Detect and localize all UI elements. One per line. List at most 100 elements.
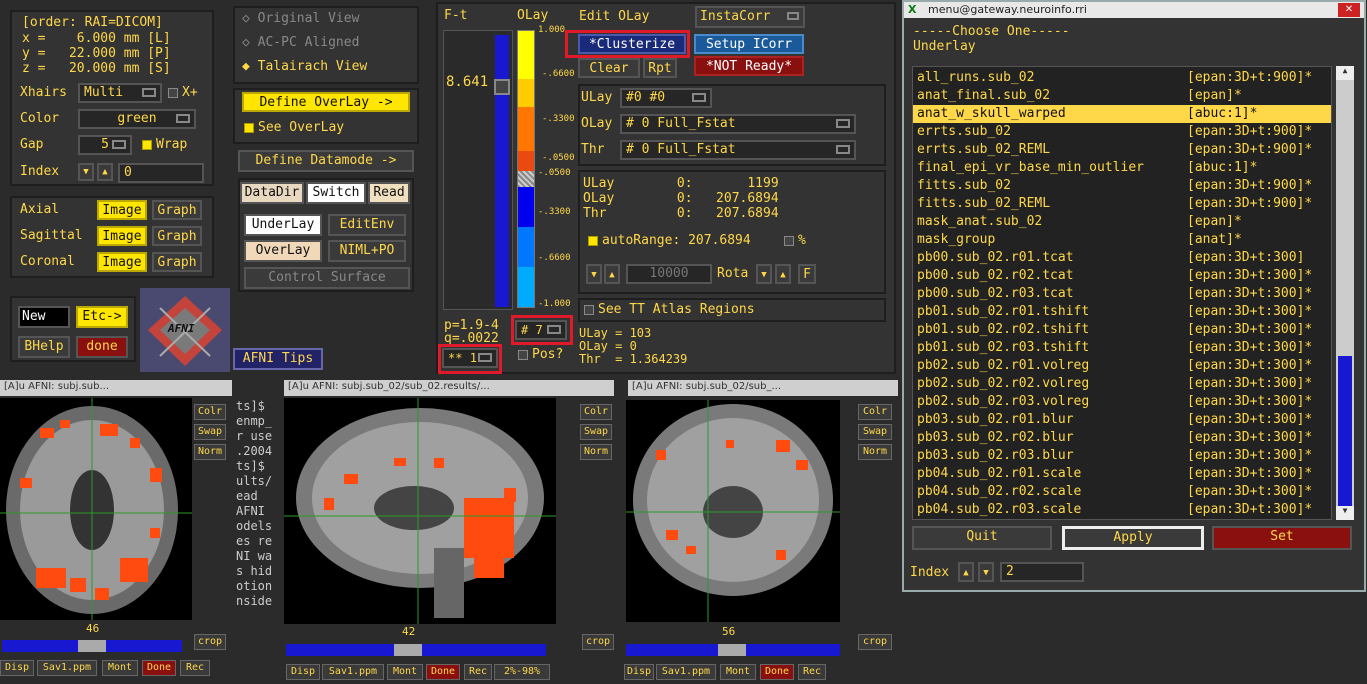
dataset-list-item[interactable]: errts.sub_02 [epan:3D+t:900]* (913, 123, 1331, 141)
swap-button[interactable]: Swap (194, 424, 226, 440)
clear-button[interactable]: Clear (578, 58, 640, 78)
switch-button[interactable]: Switch (306, 182, 366, 204)
dataset-list-item[interactable]: anat_w_skull_warped [abuc:1]* (913, 105, 1331, 123)
done-image-button[interactable]: Done (426, 664, 460, 680)
scroll-up-icon[interactable]: ▲ (1336, 66, 1354, 80)
mont-button[interactable]: Mont (102, 660, 138, 676)
index-up-button[interactable]: ▲ (97, 163, 113, 181)
setup-icorr-button[interactable]: Setup ICorr (694, 34, 804, 54)
sagittal-graph-button[interactable]: Graph (152, 226, 202, 246)
crop-button[interactable]: crop (194, 634, 226, 650)
sav-button[interactable]: Sav1.ppm (322, 664, 384, 680)
axial-image-button[interactable]: Image (97, 200, 147, 220)
dataset-list-item[interactable]: pb03.sub_02.r01.blur [epan:3D+t:300]* (913, 411, 1331, 429)
axial-graph-button[interactable]: Graph (152, 200, 202, 220)
done-image-button[interactable]: Done (142, 660, 176, 676)
menu-titlebar[interactable]: X menu@gateway.neuroinfo.rri ✕ (904, 2, 1364, 18)
flip-button[interactable]: F (798, 264, 816, 284)
range-down-button[interactable]: ▼ (586, 264, 602, 284)
xplus-toggle[interactable]: X+ (168, 85, 198, 100)
dataset-list-item[interactable]: pb02.sub_02.r02.volreg [epan:3D+t:300]* (913, 375, 1331, 393)
done-button[interactable]: done (76, 336, 128, 358)
disp-button[interactable]: Disp (0, 660, 34, 676)
dataset-list[interactable]: all_runs.sub_02 [epan:3D+t:900]* anat_fina… (912, 66, 1332, 520)
rec-button[interactable]: Rec (180, 660, 210, 676)
swap-button[interactable]: Swap (580, 424, 612, 440)
image-window-2-titlebar[interactable]: [A]u AFNI: subj.sub_02/sub_02.results/..… (284, 380, 614, 396)
sagittal-image-button[interactable]: Image (97, 226, 147, 246)
slider-thumb[interactable] (494, 79, 510, 95)
index-down-button[interactable]: ▼ (78, 163, 94, 181)
image-window-1-titlebar[interactable]: [A]u AFNI: subj.sub... (0, 380, 232, 396)
menu-index-up-button[interactable]: ▲ (958, 562, 974, 582)
dataset-list-item[interactable]: pb00.sub_02.r03.tcat [epan:3D+t:300]* (913, 285, 1331, 303)
dataset-list-item[interactable]: pb03.sub_02.r02.blur [epan:3D+t:300]* (913, 429, 1331, 447)
rpt-button[interactable]: Rpt (643, 58, 677, 78)
set-button[interactable]: Set (1212, 526, 1352, 550)
dataset-list-item[interactable]: pb01.sub_02.r02.tshift [epan:3D+t:300]* (913, 321, 1331, 339)
list-scrollbar[interactable]: ▲ ▼ (1336, 66, 1354, 520)
dataset-list-item[interactable]: all_runs.sub_02 [epan:3D+t:900]* (913, 69, 1331, 87)
rec-button[interactable]: Rec (798, 664, 826, 680)
dataset-list-item[interactable]: pb04.sub_02.r01.scale [epan:3D+t:300]* (913, 465, 1331, 483)
atlas-toggle[interactable]: See TT Atlas Regions (584, 302, 755, 317)
range-field[interactable]: 10000 (626, 264, 712, 284)
image-window-3-titlebar[interactable]: [A]u AFNI: subj.sub_02/sub_... (628, 380, 898, 396)
control-surface-button[interactable]: Control Surface (244, 267, 410, 289)
colr-button[interactable]: Colr (194, 404, 226, 420)
coronal-image-view[interactable] (626, 400, 840, 622)
underlay-button[interactable]: UnderLay (244, 214, 322, 236)
dataset-list-item[interactable]: anat_final.sub_02 [epan]* (913, 87, 1331, 105)
dataset-list-item[interactable]: pb04.sub_02.r02.scale [epan:3D+t:300]* (913, 483, 1331, 501)
colr-button[interactable]: Colr (580, 404, 612, 420)
dataset-list-item[interactable]: fitts.sub_02_REML [epan:3D+t:900]* (913, 195, 1331, 213)
coord-y[interactable]: y = 22.000 mm [P] (22, 46, 171, 61)
quit-button[interactable]: Quit (912, 526, 1052, 550)
mont-button[interactable]: Mont (387, 664, 423, 680)
norm-button[interactable]: Norm (194, 444, 226, 460)
dataset-list-item[interactable]: fitts.sub_02 [epan:3D+t:900]* (913, 177, 1331, 195)
etc-button[interactable]: Etc-> (76, 306, 128, 328)
percent-toggle[interactable]: % (784, 233, 806, 248)
dataset-list-item[interactable]: final_epi_vr_base_min_outlier [abuc:1]* (913, 159, 1331, 177)
instacorr-button[interactable]: InstaCorr (695, 6, 805, 28)
dataset-list-item[interactable]: pb04.sub_02.r03.scale [epan:3D+t:300]* (913, 501, 1331, 519)
original-view-option[interactable]: ◇ Original View (242, 11, 359, 26)
sagittal-slice-slider[interactable] (286, 644, 546, 656)
sav-button[interactable]: Sav1.ppm (37, 660, 97, 676)
scroll-down-icon[interactable]: ▼ (1336, 506, 1354, 520)
dataset-list-item[interactable]: pb00.sub_02.r02.tcat [epan:3D+t:300]* (913, 267, 1331, 285)
dataset-list-item[interactable]: mask_anat.sub_02 [epan]* (913, 213, 1331, 231)
overlay-button[interactable]: OverLay (244, 240, 322, 262)
axial-image-view[interactable] (0, 398, 192, 620)
datadir-button[interactable]: DataDir (240, 182, 304, 204)
editenv-button[interactable]: EditEnv (328, 214, 406, 236)
norm-button[interactable]: Norm (580, 444, 612, 460)
rec-button[interactable]: Rec (464, 664, 492, 680)
disp-button[interactable]: Disp (286, 664, 320, 680)
dataset-list-item[interactable]: pb03.sub_02.r03.blur [epan:3D+t:300]* (913, 447, 1331, 465)
swap-button[interactable]: Swap (858, 424, 892, 440)
bhelp-button[interactable]: BHelp (18, 336, 70, 358)
coronal-graph-button[interactable]: Graph (152, 252, 202, 272)
coronal-slice-slider[interactable] (626, 644, 840, 656)
percent-range-button[interactable]: 2%-98% (494, 664, 550, 680)
done-image-button[interactable]: Done (760, 664, 794, 680)
olay-select[interactable]: # 0 Full_Fstat (620, 114, 856, 134)
acpc-view-option[interactable]: ◇ AC-PC Aligned (242, 35, 359, 50)
threshold-slider-track[interactable] (443, 30, 513, 310)
dataset-list-item[interactable]: pb01.sub_02.r01.tshift [epan:3D+t:300]* (913, 303, 1331, 321)
sav-button[interactable]: Sav1.ppm (656, 664, 716, 680)
scroll-thumb[interactable] (1338, 356, 1352, 506)
crop-button[interactable]: crop (582, 634, 614, 650)
xhairs-select[interactable]: Multi (78, 83, 162, 103)
afni-tips-button[interactable]: AFNI Tips (233, 348, 323, 370)
axial-slice-slider[interactable] (2, 640, 182, 652)
crop-button[interactable]: crop (858, 634, 892, 650)
dataset-list-item[interactable]: pb01.sub_02.r03.tshift [epan:3D+t:300]* (913, 339, 1331, 357)
color-bar[interactable] (517, 30, 535, 308)
thr-select[interactable]: # 0 Full_Fstat (620, 140, 856, 160)
talairach-view-option[interactable]: ◆ Talairach View (242, 59, 367, 74)
ulay-select[interactable]: #0 #0 (620, 88, 712, 108)
define-overlay-button[interactable]: Define OverLay -> (242, 92, 410, 112)
